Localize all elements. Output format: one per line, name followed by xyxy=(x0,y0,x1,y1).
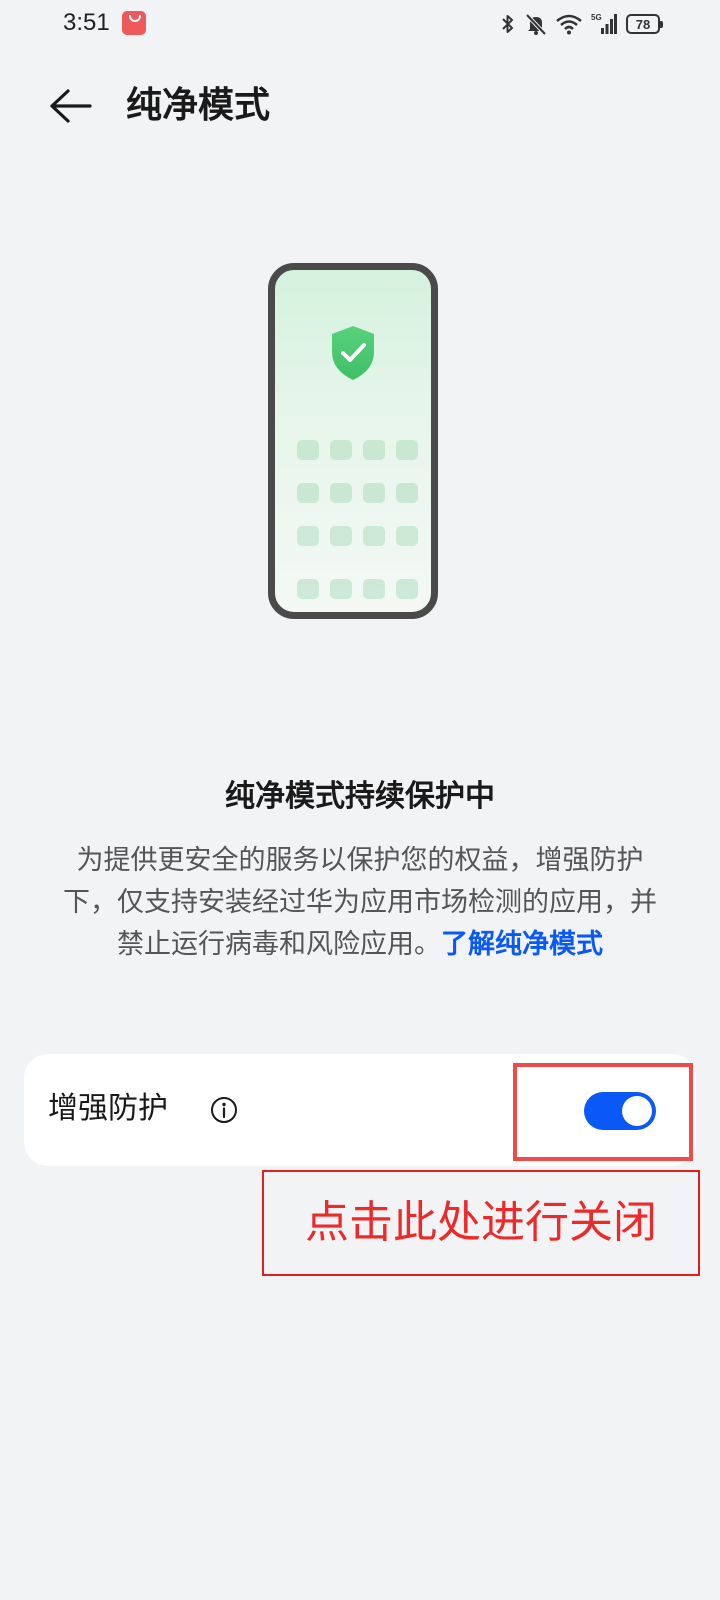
app-placeholder-icon xyxy=(363,526,385,546)
app-placeholder-icon xyxy=(396,440,418,460)
protection-status-heading: 纯净模式持续保护中 xyxy=(225,779,495,814)
status-icons: 5G 78 xyxy=(500,11,663,37)
back-arrow-icon xyxy=(50,89,92,123)
page-title: 纯净模式 xyxy=(126,85,271,126)
shield-check-icon xyxy=(332,326,374,380)
app-placeholder-icon xyxy=(297,440,319,460)
app-placeholder-icon xyxy=(297,579,319,599)
app-placeholder-icon xyxy=(363,579,385,599)
app-placeholder-icon xyxy=(330,526,352,546)
app-store-notification-icon xyxy=(122,11,146,35)
bluetooth-icon xyxy=(502,15,513,33)
cellular-signal-icon: 5G xyxy=(591,13,617,34)
enhanced-protection-label: 增强防护 xyxy=(48,1091,168,1126)
phone-illustration xyxy=(268,263,438,619)
signal-label: 5G xyxy=(591,13,602,22)
learn-more-link[interactable]: 了解纯净模式 xyxy=(441,929,603,960)
battery-icon: 78 xyxy=(626,14,663,34)
app-placeholder-icon xyxy=(363,440,385,460)
app-placeholder-icon xyxy=(363,483,385,503)
app-placeholder-icon xyxy=(330,440,352,460)
app-placeholder-icon xyxy=(396,579,418,599)
app-placeholder-icon xyxy=(330,579,352,599)
status-bar: 3:51 5G 78 xyxy=(0,0,720,50)
app-icon-grid xyxy=(297,440,419,599)
app-placeholder-icon xyxy=(297,526,319,546)
toggle-highlight-box xyxy=(513,1063,693,1161)
info-icon[interactable] xyxy=(210,1096,238,1124)
status-time: 3:51 xyxy=(63,9,110,36)
app-placeholder-icon xyxy=(330,483,352,503)
wifi-icon xyxy=(556,14,582,35)
app-placeholder-icon xyxy=(297,483,319,503)
instruction-annotation: 点击此处进行关闭 xyxy=(262,1170,700,1276)
mute-bell-icon xyxy=(525,13,547,36)
mode-description: 为提供更安全的服务以保护您的权益，增强防护下，仅支持安装经过华为应用市场检测的应… xyxy=(56,840,664,966)
app-placeholder-icon xyxy=(396,526,418,546)
annotation-text: 点击此处进行关闭 xyxy=(305,1197,657,1248)
back-button[interactable] xyxy=(44,80,96,132)
app-placeholder-icon xyxy=(396,483,418,503)
battery-level: 78 xyxy=(635,16,651,32)
